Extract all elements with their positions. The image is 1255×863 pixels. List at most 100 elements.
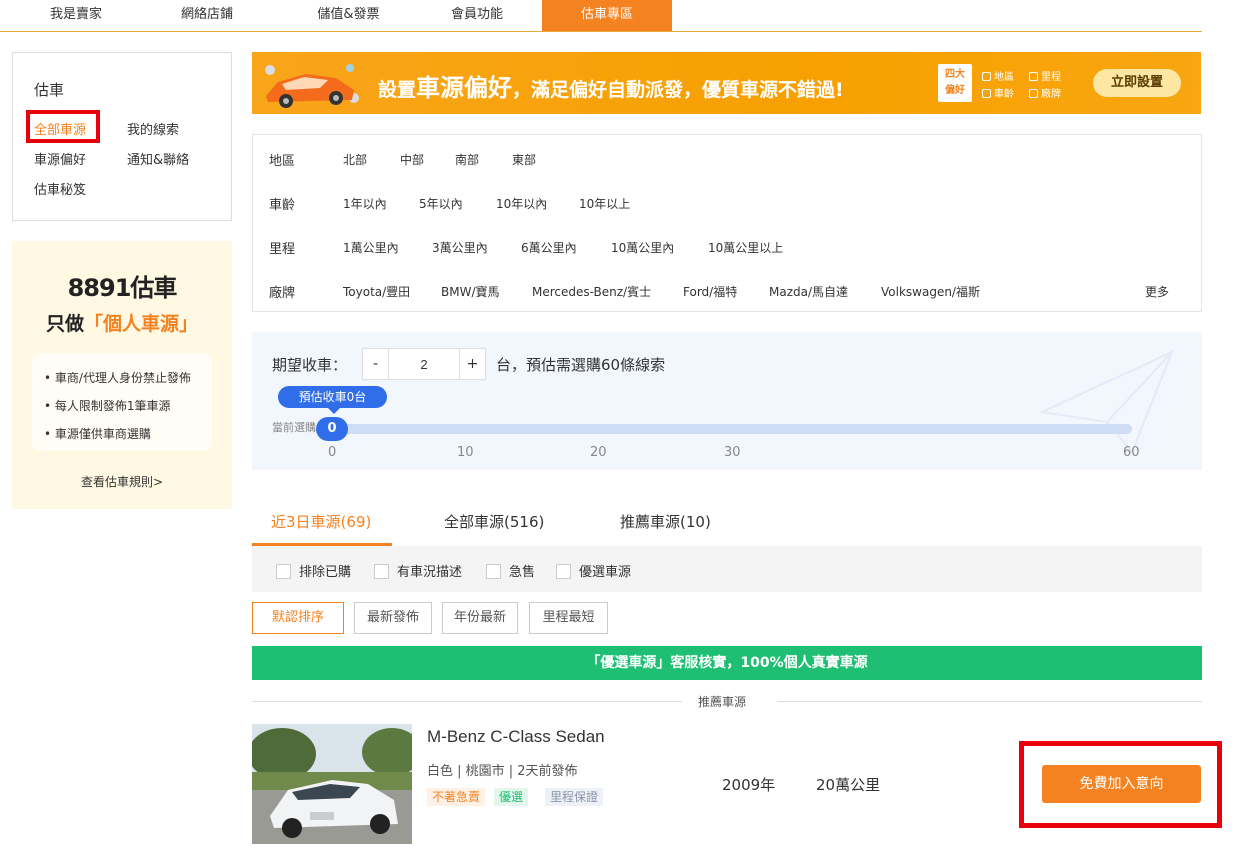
estimate-note: 台，預估需選購60條線索 — [496, 356, 666, 374]
tag-premium: 優選 — [494, 788, 529, 806]
tab-recent-3-days[interactable]: 近3日車源(69) — [271, 511, 371, 532]
car-photo[interactable] — [252, 724, 412, 844]
sort-default-button[interactable]: 默認排序 — [252, 602, 344, 634]
premium-source-checkbox[interactable]: 優選車源 — [556, 561, 631, 580]
filter-option[interactable]: 3萬公里內 — [432, 239, 488, 256]
urgent-sale-checkbox[interactable]: 急售 — [486, 561, 535, 580]
paper-plane-icon — [1038, 350, 1174, 454]
slider-tick: 10 — [457, 445, 474, 460]
filter-option[interactable]: 南部 — [455, 151, 479, 168]
filter-label: 廠牌 — [269, 286, 296, 301]
decrement-button[interactable]: - — [363, 349, 389, 379]
tab-seller[interactable]: 我是賣家 — [26, 0, 126, 31]
promo-slogan: 只做「個人車源」 — [12, 309, 232, 336]
rule-item: • 車商/代理人身份禁止發佈 — [44, 371, 191, 385]
exclude-purchased-checkbox[interactable]: 排除已購 — [276, 561, 351, 580]
filter-label: 里程 — [269, 242, 296, 257]
checkbox-filters: 排除已購 有車況描述 急售 優選車源 — [252, 546, 1202, 592]
expected-label: 期望收車： — [272, 356, 348, 374]
filter-option[interactable]: 中部 — [400, 151, 424, 168]
chip-age: 車齡 — [982, 85, 1014, 100]
filter-row-age: 車齡 1年以內 5年以內 10年以內 10年以上 — [253, 194, 1201, 214]
divider-line — [252, 701, 682, 702]
tab-recommended[interactable]: 推薦車源(10) — [620, 511, 711, 532]
filter-panel: 地區 北部 中部 南部 東部 車齡 1年以內 5年以內 10年以內 10年以上 … — [252, 134, 1202, 312]
filter-option[interactable]: 1年以內 — [343, 195, 387, 212]
slider-handle[interactable]: 0 — [316, 417, 348, 441]
filter-row-brand: 廠牌 Toyota/豐田 BMW/寶馬 Mercedes-Benz/賓士 For… — [253, 282, 1201, 302]
tab-online-store[interactable]: 網絡店鋪 — [157, 0, 257, 31]
quantity-stepper: - + — [362, 348, 486, 380]
preference-banner[interactable]: 設置車源偏好，滿足偏好自動派發，優質車源不錯過! 四大 偏好 地區 里程 車齡 … — [252, 52, 1201, 114]
filter-more-link[interactable]: 更多 — [1145, 283, 1169, 300]
filter-option[interactable]: BMW/寶馬 — [441, 283, 500, 300]
filter-option[interactable]: 5年以內 — [419, 195, 463, 212]
tab-car-valuation[interactable]: 估車專區 — [542, 0, 672, 31]
sidebar-menu: 估車 全部車源 我的線索 車源偏好 通知&聯絡 估車秘笈 — [12, 52, 232, 221]
slider-track[interactable] — [318, 424, 1132, 434]
filter-option[interactable]: 10萬公里內 — [611, 239, 674, 256]
filter-option[interactable]: 東部 — [512, 151, 536, 168]
rule-item: • 每人限制發佈1筆車源 — [44, 399, 171, 413]
slider-tick: 20 — [590, 445, 607, 460]
tag-not-urgent: 不著急賣 — [427, 788, 486, 806]
slogan-prefix: 只做 — [45, 313, 84, 335]
filter-option[interactable]: Toyota/豐田 — [343, 283, 410, 300]
sort-newest-button[interactable]: 最新發佈 — [354, 602, 432, 634]
filter-row-mileage: 里程 1萬公里內 3萬公里內 6萬公里內 10萬公里內 10萬公里以上 — [253, 238, 1201, 258]
recommended-divider: 推薦車源 — [252, 695, 1202, 709]
four-preferences-badge: 四大 偏好 — [938, 64, 972, 102]
filter-option[interactable]: 10萬公里以上 — [708, 239, 783, 256]
tag-mileage-guarantee: 里程保證 — [545, 788, 604, 806]
car-year: 2009年 — [722, 776, 776, 794]
filter-option[interactable]: 6萬公里內 — [521, 239, 577, 256]
filter-label: 車齡 — [269, 198, 296, 213]
highlight-outline — [26, 110, 100, 143]
car-meta: 白色 | 桃園市 | 2天前發佈 — [427, 764, 578, 779]
filter-option[interactable]: Volkswagen/福斯 — [881, 283, 980, 300]
filter-option[interactable]: 1萬公里內 — [343, 239, 399, 256]
sidebar-item-my-leads[interactable]: 我的線索 — [127, 119, 179, 138]
divider-line — [777, 701, 1202, 702]
increment-button[interactable]: + — [459, 349, 485, 379]
filter-option[interactable]: Mazda/馬自達 — [769, 283, 848, 300]
banner-headline: 設置車源偏好，滿足偏好自動派發，優質車源不錯過! — [378, 74, 844, 102]
current-purchase-label: 當前選購 — [272, 421, 316, 434]
tab-all-sources[interactable]: 全部車源(516) — [444, 511, 544, 532]
chip-mileage: 里程 — [1029, 68, 1061, 83]
sidebar-item-valuation-tips[interactable]: 估車秘笈 — [34, 179, 86, 198]
filter-option[interactable]: Mercedes-Benz/賓士 — [532, 283, 651, 300]
promo-card: 8891估車 只做「個人車源」 • 車商/代理人身份禁止發佈 • 每人限制發佈1… — [12, 241, 232, 509]
filter-row-region: 地區 北部 中部 南部 東部 — [253, 150, 1201, 170]
brand-logo-text: 8891估車 — [67, 274, 178, 302]
filter-label: 地區 — [269, 154, 296, 169]
car-title[interactable]: M-Benz C-Class Sedan — [427, 727, 605, 747]
tab-member-features[interactable]: 會員功能 — [427, 0, 527, 31]
quantity-panel: 期望收車： - + 台，預估需選購60條線索 預估收車0台 當前選購 0 0 1… — [252, 332, 1202, 470]
slider-tick: 60 — [1123, 445, 1140, 460]
filter-option[interactable]: 10年以上 — [579, 195, 630, 212]
sort-year-button[interactable]: 年份最新 — [442, 602, 518, 634]
quantity-input[interactable] — [390, 349, 458, 379]
filter-option[interactable]: 北部 — [343, 151, 367, 168]
highlight-outline — [1019, 741, 1222, 828]
sidebar-item-source-preference[interactable]: 車源偏好 — [34, 149, 86, 168]
chip-region: 地區 — [982, 68, 1014, 83]
tab-topup-invoice[interactable]: 儲值&發票 — [286, 0, 411, 31]
rule-item: • 車源僅供車商選購 — [44, 427, 151, 441]
chip-brand: 廠牌 — [1029, 85, 1061, 100]
divider-label: 推薦車源 — [698, 695, 747, 709]
filter-option[interactable]: 10年以內 — [496, 195, 547, 212]
car-mileage: 20萬公里 — [816, 776, 881, 794]
premium-notice-bar: 「優選車源」客服核實，100%個人真實車源 — [252, 646, 1202, 680]
slider-tick: 0 — [328, 445, 337, 460]
sort-mileage-button[interactable]: 里程最短 — [529, 602, 608, 634]
has-condition-checkbox[interactable]: 有車況描述 — [374, 561, 462, 580]
setup-now-button[interactable]: 立即設置 — [1093, 69, 1181, 97]
top-nav: 我是賣家 網絡店鋪 儲值&發票 會員功能 估車專區 — [0, 0, 1202, 32]
car-illustration-icon — [265, 64, 359, 108]
view-rules-link[interactable]: 查看估車規則> — [12, 473, 232, 490]
estimate-bubble: 預估收車0台 — [278, 386, 387, 414]
filter-option[interactable]: Ford/福特 — [683, 283, 737, 300]
sidebar-item-notify-contact[interactable]: 通知&聯絡 — [127, 149, 189, 168]
